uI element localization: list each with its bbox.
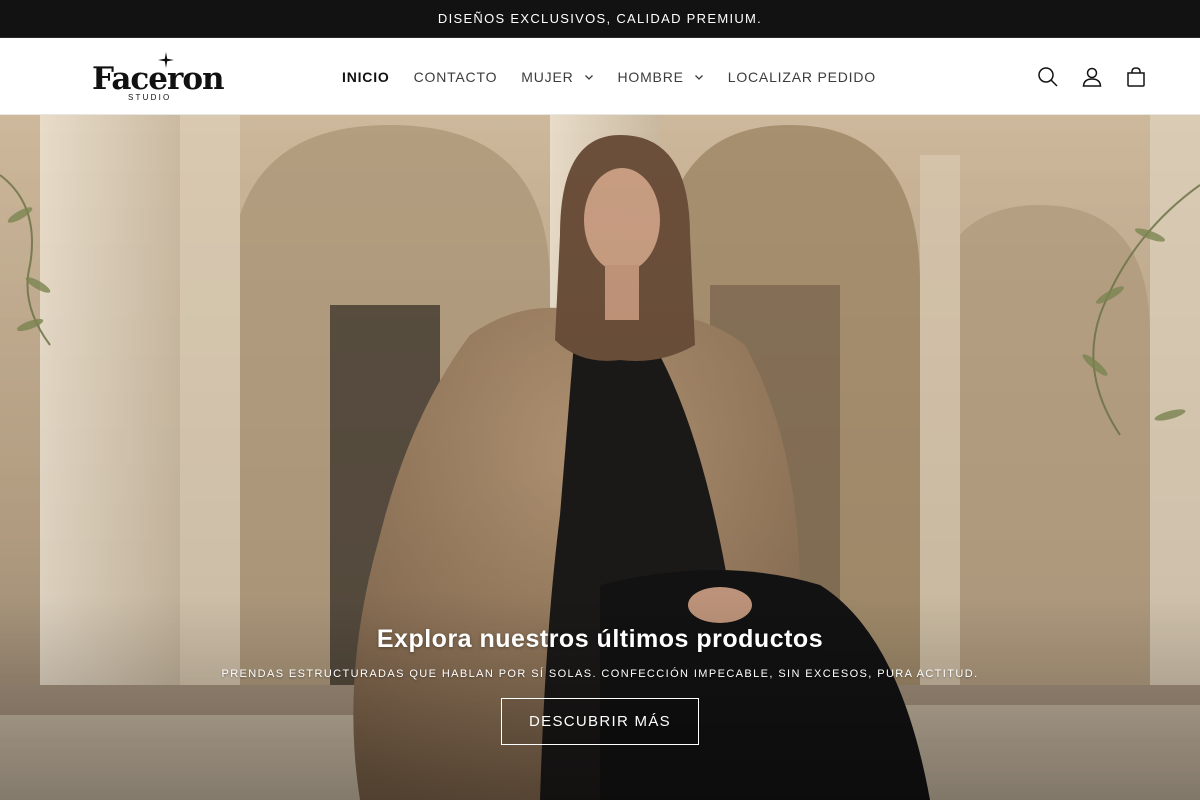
nav-item-inicio[interactable]: INICIO: [330, 59, 402, 95]
cart-icon: [1127, 66, 1145, 87]
chevron-down-icon: [584, 74, 593, 80]
logo-wordmark: Faceron: [92, 61, 225, 97]
nav-item-label: CONTACTO: [413, 68, 498, 85]
discover-more-button[interactable]: DESCUBRIR MÁS: [501, 698, 699, 745]
nav-item-hombre[interactable]: HOMBRE: [606, 59, 716, 95]
account-button[interactable]: [1080, 65, 1104, 89]
site-header: Faceron STUDIO INICIO CONTACTO MUJER HOM…: [0, 38, 1200, 115]
hero-content: Explora nuestros últimos productos PREND…: [0, 625, 1200, 745]
hero-title: Explora nuestros últimos productos: [376, 625, 824, 653]
announcement-bar: DISEÑOS EXCLUSIVOS, CALIDAD PREMIUM.: [0, 0, 1200, 38]
announcement-text: DISEÑOS EXCLUSIVOS, CALIDAD PREMIUM.: [437, 11, 763, 26]
nav-item-contacto[interactable]: CONTACTO: [402, 59, 510, 95]
hero-subtitle: PRENDAS ESTRUCTURADAS QUE HABLAN POR SÍ …: [221, 668, 979, 680]
nav-item-localizar-pedido[interactable]: LOCALIZAR PEDIDO: [716, 59, 888, 95]
nav-item-mujer[interactable]: MUJER: [509, 59, 605, 95]
nav-item-label: MUJER: [521, 68, 574, 85]
account-icon: [1082, 67, 1102, 87]
nav-item-label: HOMBRE: [617, 68, 684, 85]
search-icon: [1038, 66, 1058, 87]
nav-item-label: LOCALIZAR PEDIDO: [727, 68, 876, 85]
cart-button[interactable]: [1124, 65, 1148, 89]
search-button[interactable]: [1036, 65, 1060, 89]
chevron-down-icon: [694, 74, 703, 80]
hero-banner: Explora nuestros últimos productos PREND…: [0, 115, 1200, 800]
main-nav: INICIO CONTACTO MUJER HOMBRE LOCALIZAR P…: [330, 38, 888, 115]
nav-item-label: INICIO: [342, 68, 390, 85]
store-logo[interactable]: Faceron STUDIO: [92, 50, 225, 106]
logo-subtitle: STUDIO: [128, 93, 172, 102]
header-icons: [1036, 38, 1148, 115]
